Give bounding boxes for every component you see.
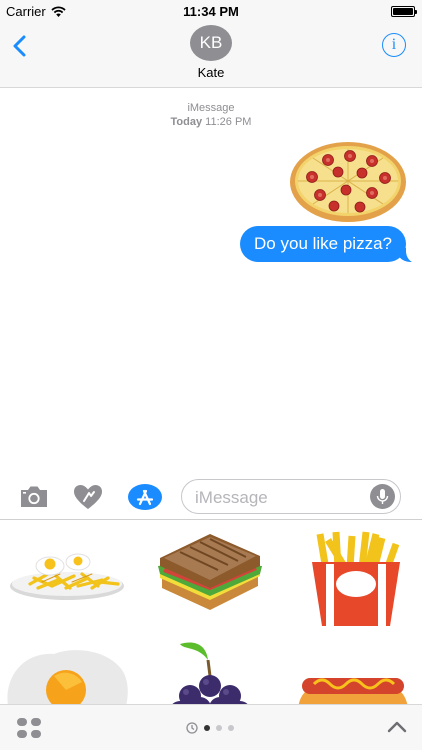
conversation-header: KB Kate i (0, 22, 422, 88)
composer-bar: iMessage (0, 474, 422, 520)
fried-eggs-and-fries-sticker[interactable] (8, 552, 126, 604)
hot-dog-sticker[interactable] (296, 672, 410, 704)
status-time: 11:34 PM (183, 4, 239, 19)
message-placeholder: iMessage (195, 488, 268, 507)
digital-touch-heart-icon[interactable] (72, 483, 104, 511)
recents-clock-icon (186, 722, 198, 734)
page-indicator[interactable] (186, 722, 234, 734)
page-dot (216, 725, 222, 731)
back-chevron-icon[interactable] (10, 34, 30, 58)
sticker-drawer (0, 520, 422, 704)
camera-icon[interactable] (18, 483, 50, 511)
dictation-button[interactable] (370, 484, 395, 509)
service-label: iMessage (187, 102, 235, 114)
microphone-icon (376, 489, 389, 504)
message-input[interactable]: iMessage (181, 479, 401, 514)
timestamp: Today 11:26 PM (0, 116, 422, 128)
status-bar: Carrier 11:34 PM (0, 0, 422, 22)
sandwich-sticker[interactable] (156, 530, 264, 618)
app-drawer-bar (0, 704, 422, 750)
french-fries-sticker[interactable] (310, 530, 402, 626)
info-icon: i (391, 36, 397, 53)
contact-avatar[interactable]: KB (190, 25, 232, 61)
fried-egg-sticker[interactable] (4, 646, 130, 704)
grapes-sticker[interactable] (168, 640, 254, 704)
message-text: Do you like pizza? (254, 234, 392, 253)
app-drawer-grid-icon[interactable] (16, 717, 42, 739)
messages-screen: Carrier 11:34 PM KB Kate i iMessage Toda… (0, 0, 422, 750)
chevron-up-icon[interactable] (386, 718, 408, 736)
timestamp-day: Today (170, 116, 203, 128)
pizza-sticker[interactable] (288, 140, 408, 224)
battery-icon (391, 6, 417, 17)
page-dot-active (204, 725, 210, 731)
contact-name[interactable]: Kate (0, 65, 422, 80)
outgoing-message-bubble[interactable]: Do you like pizza? (240, 226, 416, 263)
info-button[interactable]: i (382, 33, 406, 57)
app-store-icon[interactable] (127, 483, 163, 511)
timestamp-time: 11:26 PM (205, 116, 252, 128)
page-dot (228, 725, 234, 731)
